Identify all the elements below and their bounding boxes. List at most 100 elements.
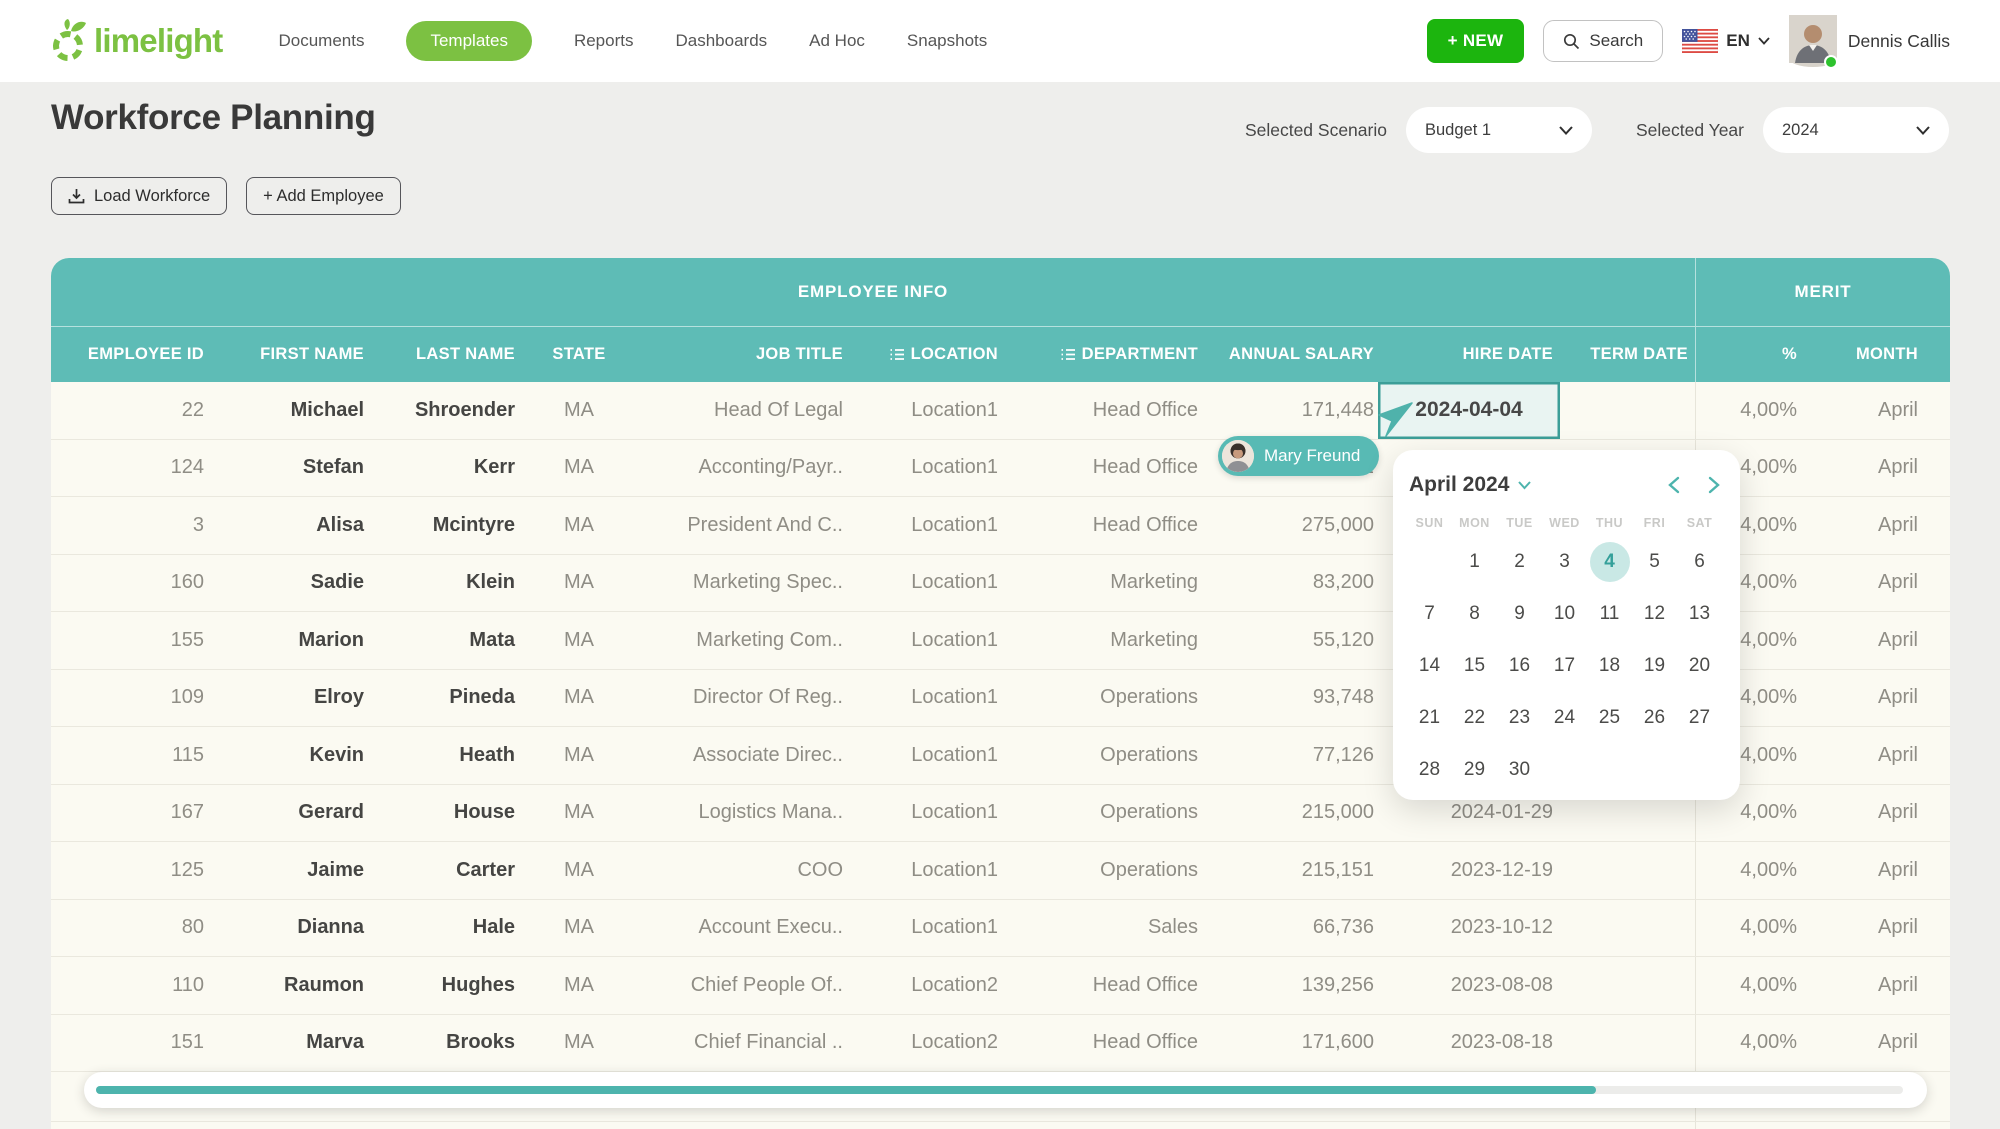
cell-annual-salary[interactable]: 93,748 (1200, 670, 1378, 727)
cell-merit-month[interactable]: April (1805, 382, 1930, 439)
nav-reports[interactable]: Reports (574, 31, 634, 51)
cell-employee-id[interactable]: 125 (51, 842, 206, 899)
cell-first-name[interactable]: Dianna (206, 900, 366, 957)
cell-state[interactable]: MA (518, 900, 640, 957)
cell-department[interactable]: Operations (1000, 727, 1200, 784)
cell-location[interactable]: Location2 (850, 1015, 1000, 1072)
cell-term-date[interactable] (1560, 382, 1695, 439)
cell-annual-salary[interactable]: 215,000 (1200, 785, 1378, 842)
cell-last-name[interactable]: Shroender (366, 382, 518, 439)
cell-state[interactable]: MA (518, 957, 640, 1014)
calendar-day[interactable]: 19 (1632, 640, 1677, 692)
cell-department[interactable]: Operations (1000, 785, 1200, 842)
cell-merit-percent[interactable]: 4,00% (1695, 957, 1805, 1014)
cell-employee-id[interactable]: 3 (51, 497, 206, 554)
cell-term-date[interactable] (1560, 957, 1695, 1014)
cell-annual-salary[interactable]: 83,200 (1200, 555, 1378, 612)
cell-merit-month[interactable]: April (1805, 670, 1930, 727)
cell-hire-date[interactable]: 2023-12-19 (1378, 842, 1560, 899)
cell-last-name[interactable]: House (366, 785, 518, 842)
cell-location[interactable]: Location1 (850, 727, 1000, 784)
cell-department[interactable]: Marketing (1000, 555, 1200, 612)
cell-merit-percent[interactable]: 4,00% (1695, 382, 1805, 439)
cell-term-date[interactable] (1560, 900, 1695, 957)
search-button[interactable]: Search (1543, 20, 1663, 62)
calendar-day[interactable]: 27 (1677, 692, 1722, 744)
calendar-day[interactable]: 3 (1542, 536, 1587, 588)
calendar-day[interactable]: 9 (1497, 588, 1542, 640)
cell-last-name[interactable]: Mcintyre (366, 497, 518, 554)
cell-employee-id[interactable]: 115 (51, 727, 206, 784)
cell-department[interactable]: Head Office (1000, 497, 1200, 554)
calendar-day[interactable]: 6 (1677, 536, 1722, 588)
cell-annual-salary[interactable]: 171,448 (1200, 382, 1378, 439)
cell-location[interactable]: Location1 (850, 555, 1000, 612)
cell-location[interactable]: Location1 (850, 612, 1000, 669)
cell-job-title[interactable]: Chief Financial .. (640, 1015, 850, 1072)
cell-annual-salary[interactable]: 171,600 (1200, 1015, 1378, 1072)
cell-last-name[interactable]: Carter (366, 842, 518, 899)
calendar-day[interactable]: 12 (1632, 588, 1677, 640)
cell-merit-month[interactable]: April (1805, 727, 1930, 784)
cell-term-date[interactable] (1560, 842, 1695, 899)
calendar-day[interactable]: 18 (1587, 640, 1632, 692)
cell-annual-salary[interactable]: 275,000 (1200, 497, 1378, 554)
cell-location[interactable]: Location1 (850, 670, 1000, 727)
cell-annual-salary[interactable]: 55,120 (1200, 612, 1378, 669)
user-menu[interactable]: Dennis Callis (1789, 15, 1950, 68)
cell-first-name[interactable]: Stefan (206, 440, 366, 497)
calendar-day[interactable]: 29 (1452, 744, 1497, 796)
cell-merit-month[interactable]: April (1805, 957, 1930, 1014)
cell-hire-date[interactable]: 2023-08-08 (1378, 957, 1560, 1014)
cell-employee-id[interactable]: 22 (51, 382, 206, 439)
cell-department[interactable]: Operations (1000, 670, 1200, 727)
cell-merit-month[interactable]: April (1805, 1015, 1930, 1072)
cell-first-name[interactable]: Jaime (206, 842, 366, 899)
calendar-day[interactable]: 24 (1542, 692, 1587, 744)
load-workforce-button[interactable]: Load Workforce (51, 177, 227, 215)
cell-first-name[interactable]: Marion (206, 612, 366, 669)
cell-merit-percent[interactable]: 4,00% (1695, 1015, 1805, 1072)
cell-merit-month[interactable]: April (1805, 842, 1930, 899)
calendar-day[interactable]: 15 (1452, 640, 1497, 692)
cell-department[interactable]: Operations (1000, 842, 1200, 899)
year-select[interactable]: 2024 (1763, 107, 1949, 153)
cell-employee-id[interactable]: 110 (51, 957, 206, 1014)
cell-merit-month[interactable]: April (1805, 900, 1930, 957)
cell-state[interactable]: MA (518, 612, 640, 669)
calendar-day[interactable]: 25 (1587, 692, 1632, 744)
cell-job-title[interactable]: Marketing Spec.. (640, 555, 850, 612)
cell-job-title[interactable]: COO (640, 842, 850, 899)
cell-merit-month[interactable]: April (1805, 612, 1930, 669)
cell-state[interactable]: MA (518, 785, 640, 842)
cell-last-name[interactable]: Hughes (366, 957, 518, 1014)
cell-first-name[interactable]: Gerard (206, 785, 366, 842)
cell-merit-month[interactable]: April (1805, 785, 1930, 842)
cell-job-title[interactable]: Chief People Of.. (640, 957, 850, 1014)
cell-department[interactable]: Head Office (1000, 382, 1200, 439)
nav-documents[interactable]: Documents (278, 31, 364, 51)
new-button[interactable]: + NEW (1427, 19, 1525, 63)
cell-department[interactable]: Head Office (1000, 440, 1200, 497)
cell-location[interactable]: Location1 (850, 382, 1000, 439)
cell-department[interactable]: Head Office (1000, 957, 1200, 1014)
cell-department[interactable]: Sales (1000, 900, 1200, 957)
cell-state[interactable]: MA (518, 727, 640, 784)
cell-last-name[interactable]: Mata (366, 612, 518, 669)
cell-first-name[interactable]: Elroy (206, 670, 366, 727)
cell-annual-salary[interactable]: 66,736 (1200, 900, 1378, 957)
cell-department[interactable]: Head Office (1000, 1015, 1200, 1072)
cell-first-name[interactable]: Sadie (206, 555, 366, 612)
cell-first-name[interactable]: Alisa (206, 497, 366, 554)
cell-state[interactable]: MA (518, 1015, 640, 1072)
cell-first-name[interactable]: Raumon (206, 957, 366, 1014)
next-month-button[interactable] (1708, 476, 1720, 494)
calendar-day[interactable]: 4 (1587, 536, 1632, 588)
month-year-dropdown[interactable]: April 2024 (1409, 473, 1531, 497)
cell-annual-salary[interactable]: 215,151 (1200, 842, 1378, 899)
cell-employee-id[interactable]: 160 (51, 555, 206, 612)
scrollbar-track[interactable] (96, 1086, 1903, 1094)
calendar-day[interactable]: 10 (1542, 588, 1587, 640)
calendar-day[interactable]: 26 (1632, 692, 1677, 744)
calendar-day[interactable]: 23 (1497, 692, 1542, 744)
